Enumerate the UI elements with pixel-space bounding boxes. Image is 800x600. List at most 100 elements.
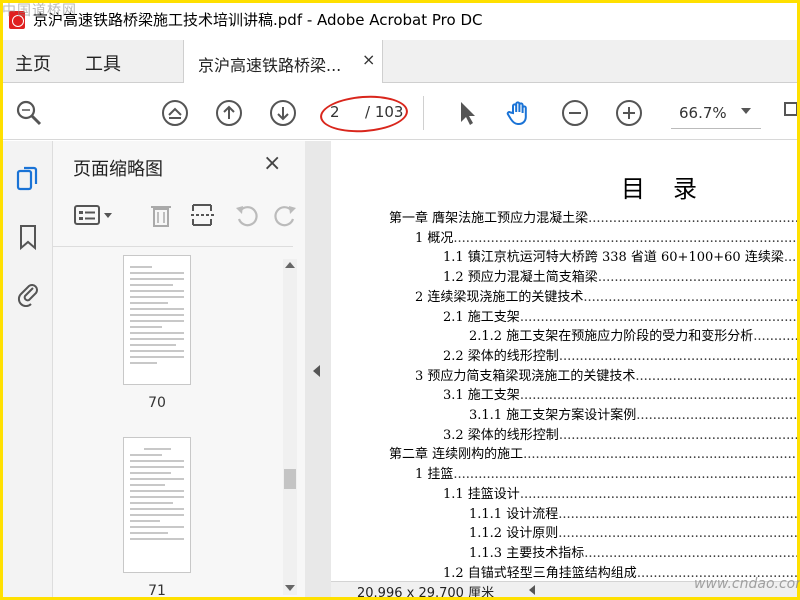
select-cursor-icon[interactable] — [453, 99, 481, 127]
toc-entry-text: 第一章 膺架法施工预应力混凝土梁 — [389, 211, 589, 226]
document-tab[interactable]: 京沪高速铁路桥梁... × — [183, 40, 383, 83]
tab-label: 京沪高速铁路桥梁... — [198, 56, 342, 75]
toc-leader-dots: ........................................… — [583, 289, 797, 305]
bookmark-icon[interactable] — [15, 223, 41, 251]
toc-entry[interactable]: 1.1.3 主要技术指标............................… — [469, 542, 797, 562]
thumbnail-text-lines — [130, 448, 184, 562]
toc-entry[interactable]: 第二章 连续刚构的施工.............................… — [389, 443, 797, 463]
panel-splitter[interactable] — [305, 141, 331, 597]
toc-entry[interactable]: 1.1 挂篮设计................................… — [443, 483, 797, 503]
toc-leader-dots: ........................................… — [753, 329, 797, 345]
attachment-icon[interactable] — [15, 279, 41, 307]
toc-leader-dots: ........................................… — [519, 486, 797, 502]
page-thumbnail[interactable] — [123, 255, 191, 385]
scroll-thumb[interactable] — [284, 469, 296, 489]
thumbnail-scrollbar[interactable] — [283, 259, 297, 595]
scroll-left-icon[interactable] — [529, 585, 535, 595]
first-page-icon[interactable] — [161, 99, 189, 127]
toc-entry-text: 2 连续梁现浇施工的关键技术 — [415, 289, 584, 305]
toc-entry-text: 1.2 预应力混凝土简支箱梁 — [443, 270, 598, 286]
toc-entry[interactable]: 2.2 梁体的线形控制.............................… — [443, 345, 797, 365]
thumbnail-panel: 页面缩略图 × 70 71 — [53, 141, 305, 597]
previous-page-icon[interactable] — [215, 99, 243, 127]
delete-page-icon[interactable] — [147, 201, 175, 229]
thumbnail-page-number: 70 — [148, 395, 166, 411]
toolbar: 2 / 103 66.7% — [3, 84, 797, 140]
rotate-left-icon[interactable] — [233, 201, 261, 229]
app-window: 京沪高速铁路桥梁施工技术培训讲稿.pdf - Adobe Acrobat Pro… — [3, 3, 797, 597]
toc-heading: 目录 — [621, 175, 725, 203]
more-tools-icon[interactable] — [783, 99, 797, 127]
scroll-up-icon[interactable] — [285, 262, 295, 268]
toc-entry-text: 1 概况 — [415, 230, 454, 246]
toc-entry[interactable]: 1.1.1 设计流程..............................… — [469, 503, 797, 523]
watermark-top: 中国道桥网 — [2, 3, 77, 19]
toc-entry-text: 1.1 挂篮设计 — [443, 486, 520, 502]
hand-tool-icon[interactable] — [505, 99, 533, 127]
toc-entry-text: 1.1 镇江京杭运河特大桥跨 338 省道 60+100+60 连续梁 — [443, 250, 784, 266]
page-highlight-circle — [318, 92, 410, 136]
toc-leader-dots: ........................................… — [558, 506, 797, 522]
zoom-field-underline — [671, 128, 761, 129]
panel-toolbar — [73, 195, 296, 237]
toc-leader-dots: ........................................… — [597, 270, 797, 286]
extract-page-icon[interactable] — [189, 201, 217, 229]
toc-entry[interactable]: 1 挂篮....................................… — [415, 463, 797, 483]
toc-entry-text: 第二章 连续刚构的施工 — [389, 447, 524, 463]
scroll-down-icon[interactable] — [285, 585, 295, 591]
toc-leader-dots: ........................................… — [453, 467, 797, 483]
window-title: 京沪高速铁路桥梁施工技术培训讲稿.pdf - Adobe Acrobat Pro… — [33, 11, 483, 29]
panel-divider — [53, 246, 293, 247]
page-thumbnail[interactable] — [123, 437, 191, 573]
zoom-dropdown-icon[interactable] — [741, 108, 751, 114]
toc-entry[interactable]: 3 预应力简支箱梁现浇施工的关键技术......................… — [415, 365, 797, 385]
toc-leader-dots: ........................................… — [519, 388, 797, 404]
toc-leader-dots: ........................................… — [783, 250, 797, 266]
rotate-right-icon[interactable] — [271, 201, 299, 229]
thumbnail-text-lines — [130, 266, 184, 374]
zoom-out-icon[interactable] — [561, 99, 589, 127]
zoom-in-icon[interactable] — [615, 99, 643, 127]
toc-entry-text: 2.1.2 施工支架在预施应力阶段的受力和变形分析 — [469, 329, 754, 345]
toc-entry-text: 3.1 施工支架 — [443, 388, 520, 404]
tab-close-icon[interactable]: × — [362, 50, 375, 69]
toc-entry-text: 3.1.1 施工支架方案设计案例 — [469, 408, 637, 423]
toc-entry[interactable]: 2.1.2 施工支架在预施应力阶段的受力和变形分析...............… — [469, 325, 797, 345]
panel-close-icon[interactable]: × — [263, 151, 281, 176]
toc-entry[interactable]: 2 连续梁现浇施工的关键技术..........................… — [415, 286, 797, 306]
toc-leader-dots: ........................................… — [588, 211, 797, 226]
toc-entry-text: 1.1.3 主要技术指标 — [469, 545, 585, 561]
toc-leader-dots: ........................................… — [558, 526, 797, 542]
toc-entry-text: 1.1.1 设计流程 — [469, 506, 559, 522]
menu-tools[interactable]: 工具 — [85, 50, 121, 76]
page-dimensions: 20.996 x 29.700 厘米 — [357, 586, 495, 597]
menu-bar: 主页 工具 京沪高速铁路桥梁... × — [3, 40, 797, 83]
title-bar: 京沪高速铁路桥梁施工技术培训讲稿.pdf - Adobe Acrobat Pro… — [3, 3, 797, 36]
toc-entry-text: 1.1.2 设计原则 — [469, 526, 559, 542]
next-page-icon[interactable] — [269, 99, 297, 127]
collapse-panel-icon[interactable] — [313, 365, 320, 377]
toc-entry[interactable]: 第一章 膺架法施工预应力混凝土梁........................… — [389, 207, 797, 227]
zoom-search-icon[interactable] — [15, 99, 43, 127]
toc-entry[interactable]: 3.1.1 施工支架方案设计案例........................… — [469, 404, 797, 424]
toc-leader-dots: ........................................… — [519, 309, 797, 325]
toc-leader-dots: ........................................… — [558, 348, 797, 364]
toc-entry[interactable]: 3.1 施工支架................................… — [443, 384, 797, 404]
toc-entry[interactable]: 1.1.2 设计原则..............................… — [469, 522, 797, 542]
watermark-bottom: www.cndao.com — [694, 576, 800, 592]
toc-entry[interactable]: 1.1 镇江京杭运河特大桥跨 338 省道 60+100+60 连续梁.....… — [443, 246, 797, 266]
toc-entry[interactable]: 1.2 预应力混凝土简支箱梁..........................… — [443, 266, 797, 286]
toc-entry[interactable]: 2.1 施工支架................................… — [443, 306, 797, 326]
zoom-level[interactable]: 66.7% — [679, 104, 727, 122]
menu-home[interactable]: 主页 — [15, 50, 51, 76]
thumbnail-options-icon[interactable] — [73, 203, 113, 227]
toc-entry[interactable]: 3.2 梁体的线形控制.............................… — [443, 424, 797, 444]
toc-entry[interactable]: 1 概况....................................… — [415, 227, 797, 247]
page-thumbnails-icon[interactable] — [15, 165, 41, 193]
left-rail — [3, 141, 53, 597]
toc-entry-text: 2.2 梁体的线形控制 — [443, 348, 559, 364]
document-view[interactable]: 目录 第一章 膺架法施工预应力混凝土梁.....................… — [331, 141, 797, 597]
toc-leader-dots: ........................................… — [635, 368, 797, 384]
toc-leader-dots: ........................................… — [453, 230, 797, 246]
toc-leader-dots: ........................................… — [584, 545, 797, 561]
